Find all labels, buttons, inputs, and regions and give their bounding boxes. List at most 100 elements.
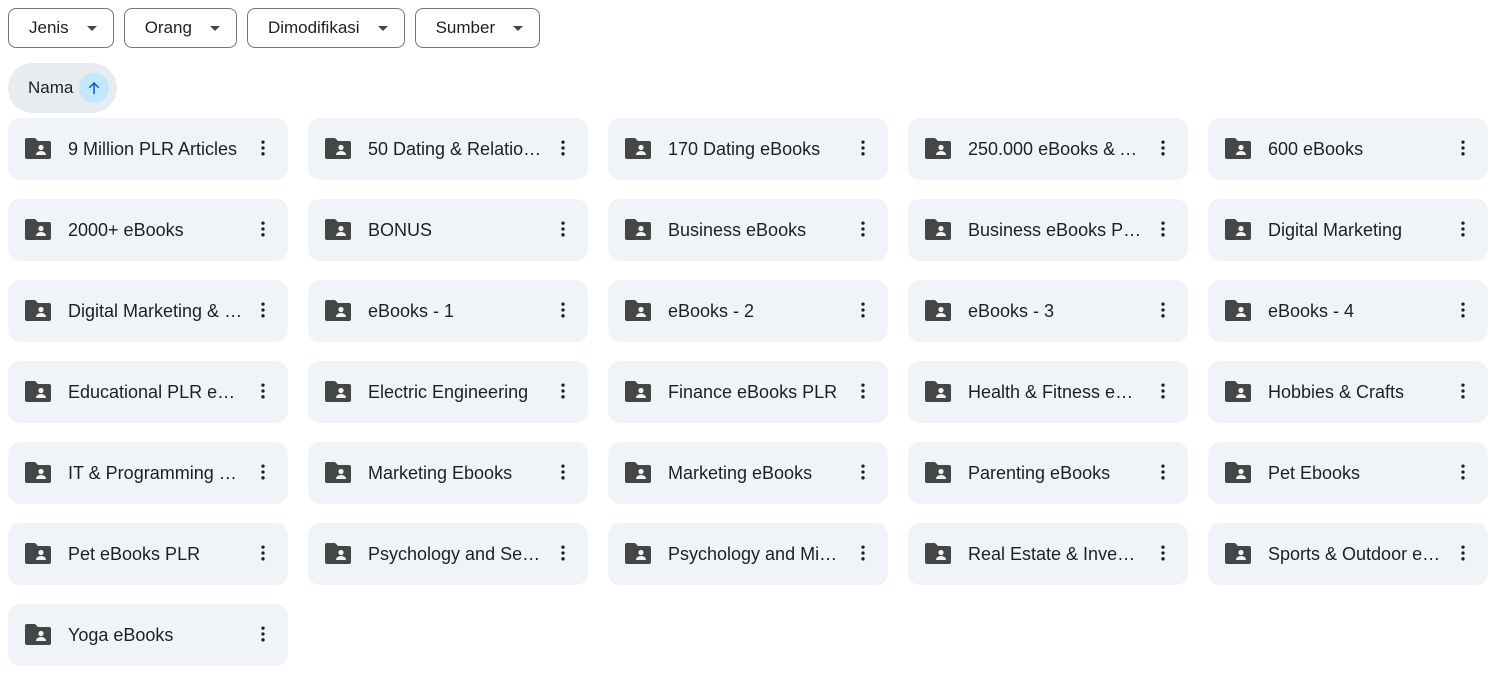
filter-type-chip[interactable]: Jenis (8, 8, 114, 48)
dropdown-caret-icon (86, 25, 97, 31)
shared-folder-icon (325, 300, 351, 321)
filter-modified-chip[interactable]: Dimodifikasi (246, 8, 405, 48)
folder-card[interactable]: 50 Dating & Relationship eBooks (308, 118, 588, 180)
shared-folder-icon (25, 138, 51, 159)
more-options-icon[interactable] (848, 538, 878, 568)
folder-card[interactable]: Pet Ebooks (1208, 442, 1488, 504)
more-options-icon[interactable] (548, 457, 578, 487)
more-options-icon[interactable] (848, 133, 878, 163)
more-options-icon[interactable] (248, 376, 278, 406)
more-options-icon[interactable] (548, 538, 578, 568)
folder-name: 2000+ eBooks (68, 220, 184, 240)
folder-card[interactable]: Real Estate & Investing (908, 523, 1188, 585)
folder-card[interactable]: Parenting eBooks (908, 442, 1188, 504)
more-options-icon[interactable] (248, 133, 278, 163)
folder-card[interactable]: eBooks - 3 (908, 280, 1188, 342)
more-options-icon[interactable] (548, 214, 578, 244)
sort-by-name-button[interactable]: Nama (8, 63, 118, 113)
more-options-icon[interactable] (1148, 295, 1178, 325)
more-options-icon[interactable] (548, 133, 578, 163)
shared-folder-icon (925, 300, 951, 321)
more-options-icon[interactable] (248, 214, 278, 244)
folder-name: Psychology and Mindset (668, 544, 844, 564)
folder-card[interactable]: BONUS (308, 199, 588, 261)
more-options-icon[interactable] (848, 214, 878, 244)
folder-name: Digital Marketing & SEO (68, 301, 244, 321)
folder-card[interactable]: eBooks - 2 (608, 280, 888, 342)
folder-card[interactable]: Marketing eBooks (608, 442, 888, 504)
more-options-icon[interactable] (848, 376, 878, 406)
shared-folder-icon (25, 300, 51, 321)
folder-name: IT & Programming eBooks (68, 463, 244, 483)
more-options-icon[interactable] (248, 295, 278, 325)
more-options-icon[interactable] (1448, 133, 1478, 163)
folder-name: Sports & Outdoor eBooks (1268, 544, 1444, 564)
dropdown-caret-icon (209, 25, 220, 31)
folder-card[interactable]: Marketing Ebooks (308, 442, 588, 504)
more-options-icon[interactable] (1148, 457, 1178, 487)
more-options-icon[interactable] (1148, 376, 1178, 406)
folder-card[interactable]: 170 Dating eBooks (608, 118, 888, 180)
filter-source-chip[interactable]: Sumber (414, 8, 541, 48)
more-options-icon[interactable] (548, 295, 578, 325)
folder-card[interactable]: Hobbies & Crafts (1208, 361, 1488, 423)
folder-card[interactable]: Yoga eBooks (8, 604, 288, 666)
folder-name: 250.000 eBooks & Articles (968, 139, 1144, 159)
folder-name: BONUS (368, 220, 433, 240)
arrow-up-icon[interactable] (79, 73, 110, 103)
shared-folder-icon (625, 381, 651, 402)
more-options-icon[interactable] (1448, 376, 1478, 406)
folder-name: Electric Engineering (368, 382, 529, 402)
more-options-icon[interactable] (248, 538, 278, 568)
folder-card[interactable]: Electric Engineering (308, 361, 588, 423)
more-options-icon[interactable] (248, 457, 278, 487)
folder-card[interactable]: Sports & Outdoor eBooks (1208, 523, 1488, 585)
shared-folder-icon (925, 543, 951, 564)
folder-card[interactable]: eBooks - 1 (308, 280, 588, 342)
shared-folder-icon (25, 624, 51, 645)
folder-card[interactable]: Psychology and Self Help (308, 523, 588, 585)
folder-card[interactable]: Educational PLR eBooks (8, 361, 288, 423)
folder-card[interactable]: 250.000 eBooks & Articles (908, 118, 1188, 180)
folder-card[interactable]: Pet eBooks PLR (8, 523, 288, 585)
shared-folder-icon (1225, 462, 1251, 483)
folder-name: Business eBooks (668, 220, 807, 240)
folder-name: Hobbies & Crafts (1268, 382, 1405, 402)
filter-modified-label: Dimodifikasi (267, 18, 360, 37)
folder-name: eBooks - 1 (368, 301, 455, 321)
more-options-icon[interactable] (1448, 295, 1478, 325)
folder-name: 50 Dating & Relationship eBooks (368, 139, 544, 159)
folder-card[interactable]: IT & Programming eBooks (8, 442, 288, 504)
shared-folder-icon (625, 138, 651, 159)
shared-folder-icon (325, 543, 351, 564)
folder-name: Educational PLR eBooks (68, 382, 244, 402)
folder-card[interactable]: eBooks - 4 (1208, 280, 1488, 342)
more-options-icon[interactable] (1448, 538, 1478, 568)
folder-name: Finance eBooks PLR (668, 382, 838, 402)
filter-people-chip[interactable]: Orang (123, 8, 237, 48)
shared-folder-icon (625, 462, 651, 483)
more-options-icon[interactable] (848, 457, 878, 487)
folder-card[interactable]: Digital Marketing (1208, 199, 1488, 261)
folder-card[interactable]: Business eBooks PLR (908, 199, 1188, 261)
more-options-icon[interactable] (1148, 538, 1178, 568)
more-options-icon[interactable] (1148, 133, 1178, 163)
more-options-icon[interactable] (1148, 214, 1178, 244)
filter-source-label: Sumber (435, 18, 496, 37)
folder-card[interactable]: 2000+ eBooks (8, 199, 288, 261)
folder-card[interactable]: Digital Marketing & SEO (8, 280, 288, 342)
folder-card[interactable]: Psychology and Mindset (608, 523, 888, 585)
more-options-icon[interactable] (1448, 214, 1478, 244)
shared-folder-icon (325, 138, 351, 159)
more-options-icon[interactable] (1448, 457, 1478, 487)
more-options-icon[interactable] (548, 376, 578, 406)
sort-label: Nama (28, 78, 74, 97)
folder-card[interactable]: Health & Fitness eBooks (908, 361, 1188, 423)
folder-card[interactable]: 9 Million PLR Articles (8, 118, 288, 180)
folder-card[interactable]: Business eBooks (608, 199, 888, 261)
more-options-icon[interactable] (248, 619, 278, 649)
folder-name: 170 Dating eBooks (668, 139, 821, 159)
more-options-icon[interactable] (848, 295, 878, 325)
folder-card[interactable]: Finance eBooks PLR (608, 361, 888, 423)
folder-card[interactable]: 600 eBooks (1208, 118, 1488, 180)
